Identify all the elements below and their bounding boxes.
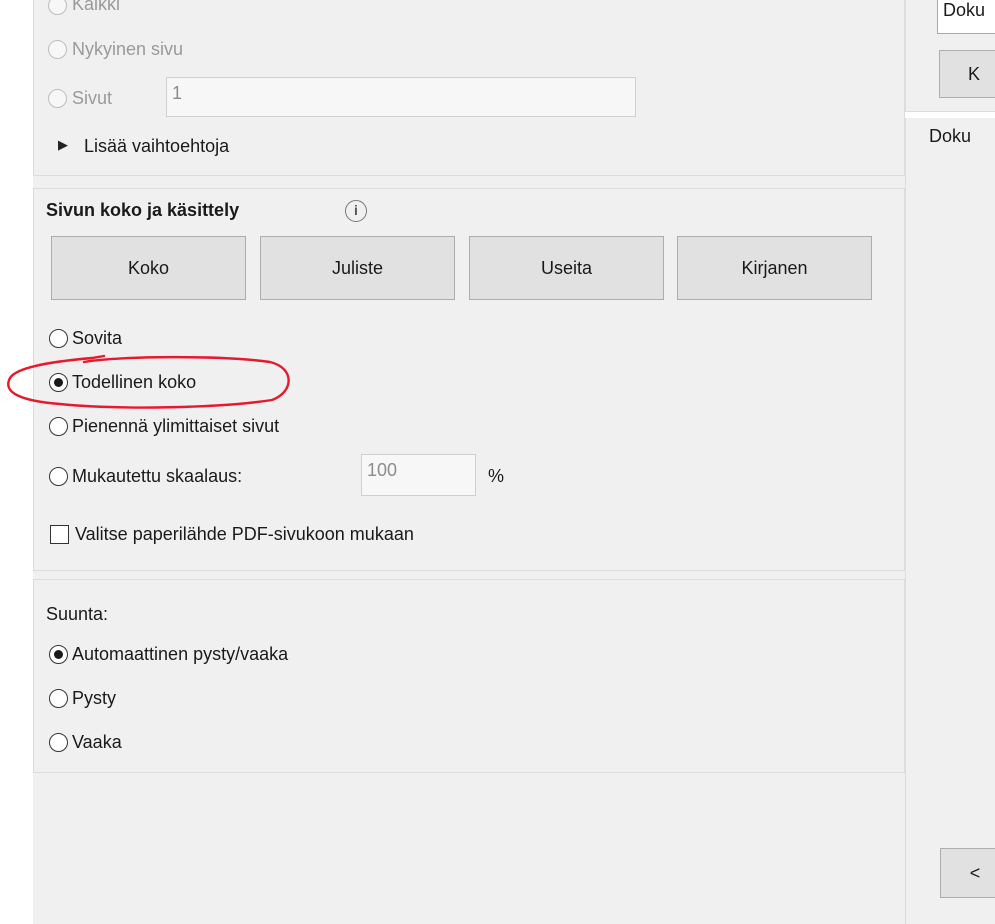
red-annotation-ellipse (7, 354, 290, 409)
